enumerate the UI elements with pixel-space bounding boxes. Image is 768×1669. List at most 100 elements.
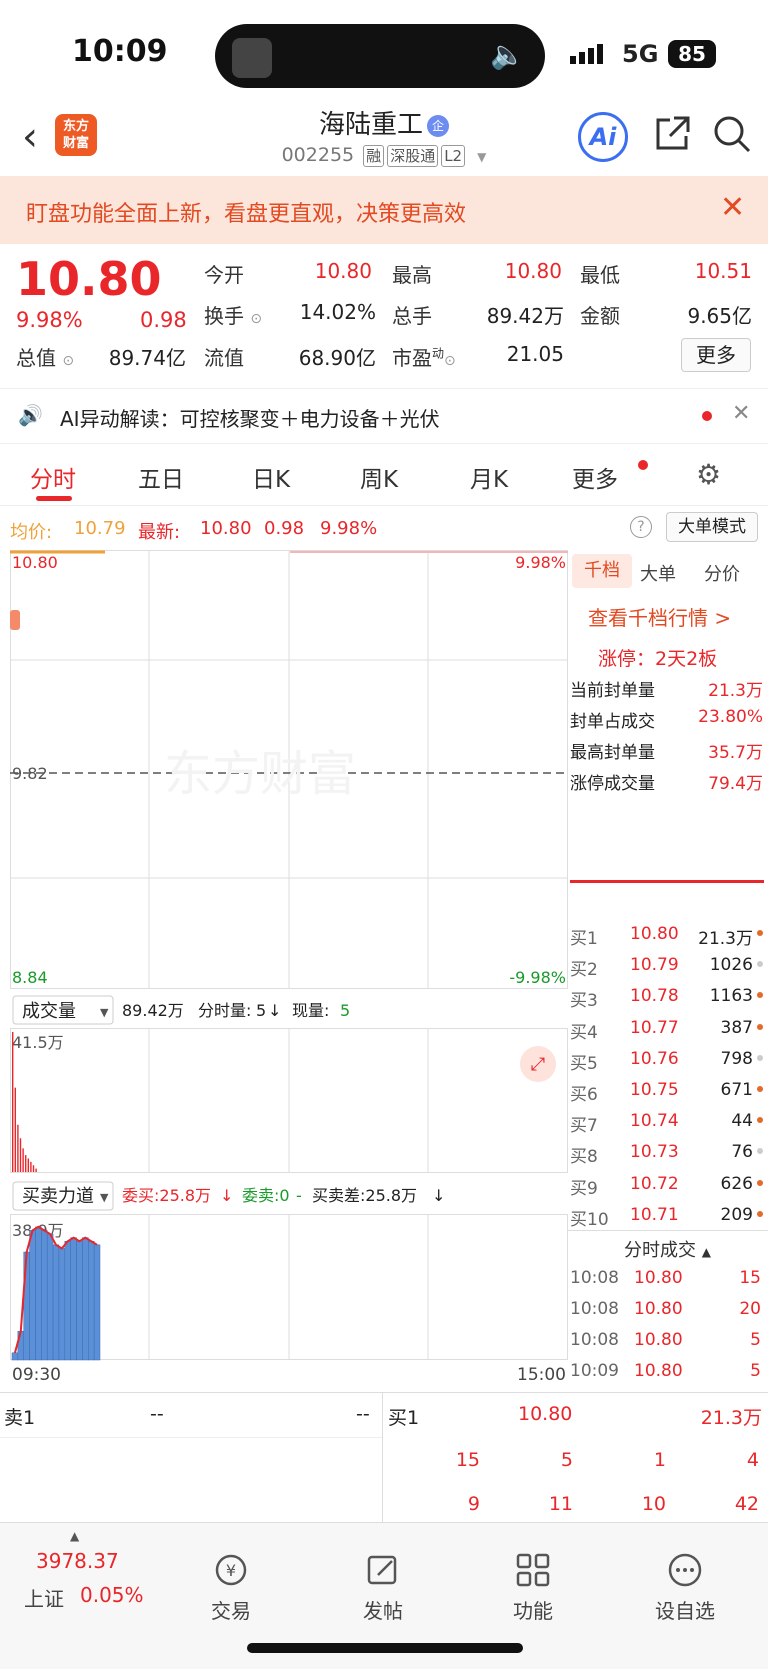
y-mid-label: 9.82 bbox=[12, 764, 48, 783]
current-volume: 5 bbox=[340, 1001, 350, 1020]
bid-price: 10.76 bbox=[630, 1048, 679, 1069]
quote-label: 最低 bbox=[580, 263, 620, 287]
trade-volume: 20 bbox=[739, 1299, 761, 1319]
expand-glyph: ⤢ bbox=[531, 1054, 546, 1075]
order-dot-icon bbox=[757, 1117, 763, 1124]
avg-value: 10.79 bbox=[74, 518, 126, 539]
order-dot-icon bbox=[757, 1023, 763, 1030]
tag-margin: 融 bbox=[363, 145, 385, 167]
order-queue-cell: 5 bbox=[560, 1449, 573, 1471]
tab-five-day[interactable]: 五日 bbox=[138, 460, 184, 494]
bid-level: 买6 bbox=[570, 1085, 598, 1105]
tab-day-k[interactable]: 日K bbox=[252, 460, 290, 494]
nav-post[interactable]: 发帖 bbox=[328, 1551, 438, 1624]
tab-price-dist[interactable]: 分价 bbox=[704, 560, 740, 586]
latest-label: 最新: bbox=[138, 522, 181, 543]
battery-icon: 85 bbox=[668, 40, 716, 68]
stock-code: 002255 bbox=[281, 144, 355, 166]
share-icon[interactable] bbox=[652, 114, 692, 154]
quote-label: 市盈动⊙ bbox=[392, 346, 456, 370]
force-area bbox=[11, 1225, 101, 1361]
force-bar bbox=[11, 1352, 19, 1361]
seal-stat-value: 79.4万 bbox=[708, 774, 763, 794]
tab-week-k[interactable]: 周K bbox=[360, 460, 398, 494]
force-bar bbox=[29, 1230, 36, 1361]
bid-level: 买8 bbox=[570, 1147, 598, 1168]
order-dot-icon bbox=[757, 1054, 763, 1061]
event-marker[interactable] bbox=[10, 610, 20, 630]
intraday-chart[interactable]: 东方财富 10.80 9.82 8.84 9.98% -9.98% 成交量 ▼ … bbox=[10, 550, 568, 1382]
force-bar bbox=[41, 1230, 48, 1361]
bid-volume: 387 bbox=[720, 1017, 753, 1038]
mute-bluetooth-icon: 🔈 bbox=[490, 38, 525, 71]
chart-tabs: 分时 五日 日K 周K 月K 更多 ⚙ bbox=[0, 446, 768, 506]
tag-level2: L2 bbox=[441, 145, 466, 167]
bid-level: 买4 bbox=[570, 1022, 598, 1043]
close-icon[interactable]: ✕ bbox=[720, 190, 745, 225]
enterprise-badge: 企 bbox=[427, 114, 449, 137]
big-order-mode-button[interactable]: 大单模式 bbox=[666, 512, 758, 542]
help-icon[interactable]: ? bbox=[630, 516, 652, 538]
tab-more[interactable]: 更多 bbox=[572, 460, 618, 494]
unread-dot bbox=[638, 460, 648, 470]
dropdown-icon[interactable]: ▼ bbox=[477, 150, 486, 164]
force-bar bbox=[46, 1233, 54, 1361]
divider bbox=[382, 1393, 383, 1523]
volume-selector-label: 成交量 bbox=[22, 1001, 76, 1022]
tab-intraday[interactable]: 分时 bbox=[30, 460, 76, 494]
order-queue-cell: 4 bbox=[746, 1449, 759, 1471]
price-summary-line: 均价: 10.79 最新: 10.80 0.98 9.98% ? 大单模式 bbox=[0, 506, 768, 548]
ai-insight-bar[interactable]: 🔊 AI异动解读：可控核聚变＋电力设备＋光伏 ✕ bbox=[0, 388, 768, 444]
watermark: 东方财富 bbox=[164, 746, 356, 802]
index-name[interactable]: 上证 bbox=[24, 1583, 64, 1612]
gear-icon[interactable]: ⚙ bbox=[696, 458, 721, 491]
bid-volume: 44 bbox=[731, 1111, 753, 1132]
edit-icon bbox=[367, 1555, 397, 1585]
ai-button[interactable]: Ai bbox=[578, 112, 628, 162]
bid-volume: 21.3万 bbox=[698, 929, 753, 949]
tab-big-order[interactable]: 大单 bbox=[640, 560, 676, 586]
order-dot-icon bbox=[757, 1179, 763, 1186]
bid-price: 10.72 bbox=[630, 1173, 679, 1194]
seal-stat-label: 涨停成交量 bbox=[570, 774, 655, 794]
trade-time: 10:08 bbox=[570, 1299, 619, 1319]
minute-volume: 5 bbox=[256, 1001, 266, 1020]
search-icon[interactable] bbox=[712, 114, 752, 154]
pct-bottom-label: -9.98% bbox=[509, 968, 566, 987]
force-bar bbox=[52, 1244, 60, 1361]
nav-features[interactable]: 功能 bbox=[478, 1551, 588, 1624]
latest-change: 0.98 bbox=[264, 518, 305, 539]
nav-add-watchlist[interactable]: 设自选 bbox=[630, 1551, 740, 1624]
start-time-label: 09:30 bbox=[12, 1365, 61, 1382]
close-icon[interactable]: ✕ bbox=[732, 401, 750, 426]
order-queue-cell: 1 bbox=[653, 1449, 666, 1471]
volume-bar bbox=[17, 1124, 19, 1172]
order-dot-icon bbox=[757, 1148, 763, 1155]
bid-level: 买3 bbox=[570, 991, 598, 1012]
stock-name: 海陆重工 bbox=[318, 110, 423, 140]
order-queue-cell: 15 bbox=[455, 1449, 480, 1471]
seal-stat-label: 最高封单量 bbox=[570, 743, 655, 763]
nav-trade[interactable]: ¥ 交易 bbox=[176, 1551, 286, 1624]
trades-title[interactable]: 分时成交 ▲ bbox=[624, 1236, 711, 1262]
index-pct[interactable]: 0.05% bbox=[80, 1583, 144, 1607]
volume-bar bbox=[27, 1158, 29, 1172]
thousand-level-link[interactable]: 查看千档行情 > bbox=[588, 602, 731, 631]
change-percent: 9.98% bbox=[16, 308, 83, 332]
y-bottom-label: 8.84 bbox=[12, 968, 48, 987]
down-arrow-icon: ↓ bbox=[220, 1186, 233, 1205]
tab-month-k[interactable]: 月K bbox=[470, 460, 508, 494]
bid-level: 买7 bbox=[570, 1116, 598, 1137]
index-value[interactable]: 3978.37 bbox=[36, 1549, 119, 1573]
trade-price: 10.80 bbox=[634, 1299, 683, 1319]
tab-thousand-level[interactable]: 千档 bbox=[572, 554, 632, 588]
volume-bar bbox=[30, 1161, 32, 1172]
promo-banner[interactable]: 盯盘功能全面上新，看盘更直观，决策更高效 ✕ bbox=[0, 176, 768, 244]
quote-value: 89.42万 bbox=[486, 304, 564, 328]
divider bbox=[570, 880, 764, 883]
volume-bar bbox=[32, 1165, 35, 1172]
down-arrow-icon: ↓ bbox=[432, 1186, 445, 1205]
trade-time: 10:08 bbox=[570, 1268, 619, 1288]
home-indicator bbox=[247, 1643, 523, 1653]
more-button[interactable]: 更多 bbox=[681, 338, 751, 372]
